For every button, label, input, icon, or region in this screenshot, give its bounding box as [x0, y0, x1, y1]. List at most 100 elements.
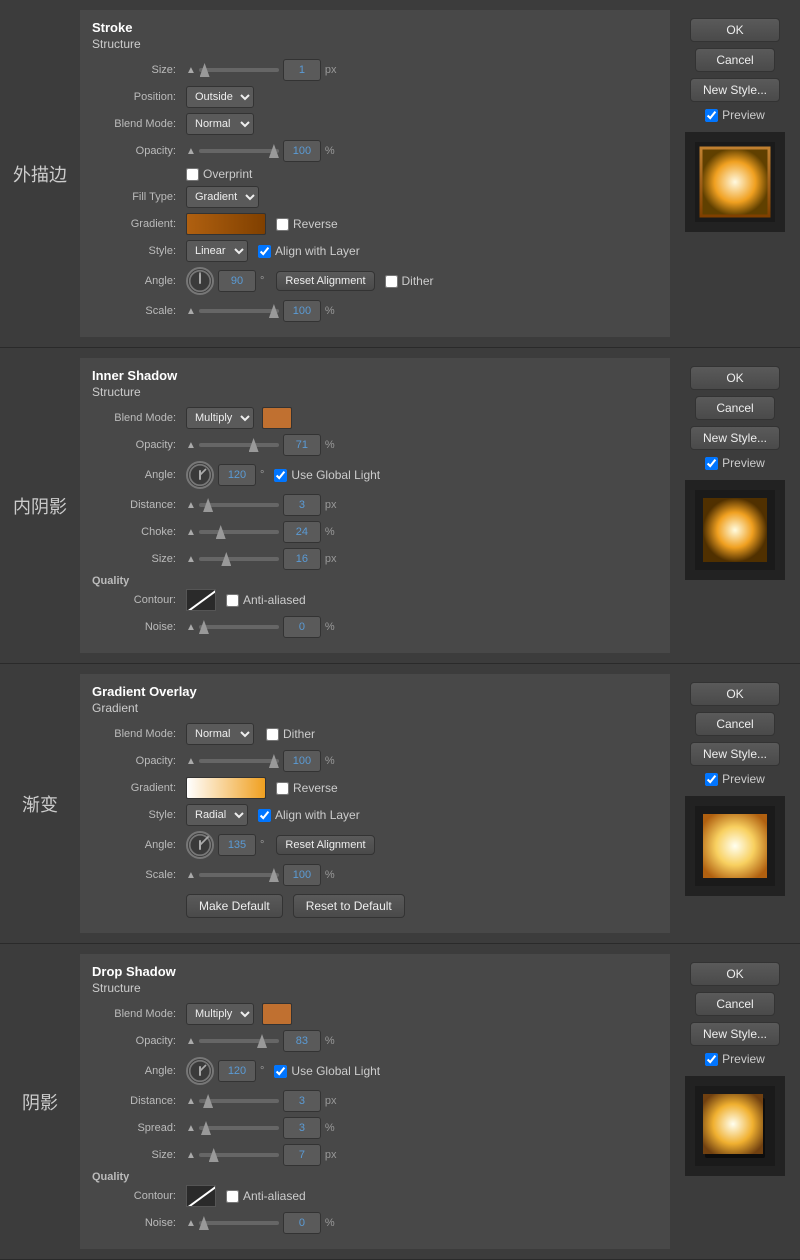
go-angle-input[interactable]	[218, 834, 256, 856]
stroke-style-label: Style:	[92, 245, 182, 257]
stroke-scale-label: Scale:	[92, 305, 182, 317]
ds-angle-dial[interactable]	[186, 1057, 214, 1085]
ds-cancel-btn[interactable]: Cancel	[695, 992, 775, 1016]
ds-angle-input[interactable]	[218, 1060, 256, 1082]
stroke-style-select[interactable]: LinearRadialAngle	[186, 240, 248, 262]
stroke-size-slider[interactable]	[199, 68, 279, 72]
go-blendmode-label: Blend Mode:	[92, 728, 182, 740]
ds-spread-slider[interactable]	[199, 1126, 279, 1130]
ds-blendmode-select[interactable]: MultiplyNormal	[186, 1003, 254, 1025]
is-globallight-checkbox[interactable]	[274, 469, 287, 482]
go-angle-dial[interactable]	[186, 831, 214, 859]
stroke-opacity-input[interactable]	[283, 140, 321, 162]
go-blendmode-select[interactable]: NormalMultiply	[186, 723, 254, 745]
is-choke-input[interactable]	[283, 521, 321, 543]
is-antialiased-label: Anti-aliased	[243, 593, 306, 607]
ds-color-swatch[interactable]	[262, 1003, 292, 1025]
go-opacity-input[interactable]	[283, 750, 321, 772]
is-size-slider[interactable]	[199, 557, 279, 561]
stroke-label: 外描边	[0, 10, 80, 337]
is-angle-dial[interactable]	[186, 461, 214, 489]
is-blendmode-select[interactable]: MultiplyNormalScreen	[186, 407, 254, 429]
stroke-filltype-label: Fill Type:	[92, 191, 182, 203]
is-distance-input[interactable]	[283, 494, 321, 516]
go-preview-checkbox[interactable]	[705, 773, 718, 786]
stroke-ok-btn[interactable]: OK	[690, 18, 780, 42]
ds-antialiased-checkbox[interactable]	[226, 1190, 239, 1203]
is-size-input[interactable]	[283, 548, 321, 570]
stroke-scale-input[interactable]	[283, 300, 321, 322]
is-choke-slider[interactable]	[199, 530, 279, 534]
go-blendmode-row: Blend Mode: NormalMultiply Dither	[92, 723, 658, 745]
is-noise-row: Noise: ▲ %	[92, 616, 658, 638]
ds-newstyle-btn[interactable]: New Style...	[690, 1022, 780, 1046]
ds-ok-btn[interactable]: OK	[690, 962, 780, 986]
stroke-preview-checkbox[interactable]	[705, 109, 718, 122]
go-align-checkbox[interactable]	[258, 809, 271, 822]
dropshadow-label: 阴影	[0, 954, 80, 1249]
ds-spread-input[interactable]	[283, 1117, 321, 1139]
go-scale-input[interactable]	[283, 864, 321, 886]
stroke-reset-alignment-btn[interactable]: Reset Alignment	[276, 271, 374, 291]
go-cancel-btn[interactable]: Cancel	[695, 712, 775, 736]
stroke-dither-checkbox[interactable]	[385, 275, 398, 288]
stroke-scale-slider[interactable]	[199, 309, 279, 313]
ds-distance-slider[interactable]	[199, 1099, 279, 1103]
is-color-swatch[interactable]	[262, 407, 292, 429]
is-antialiased-checkbox[interactable]	[226, 594, 239, 607]
go-reset-alignment-btn[interactable]: Reset Alignment	[276, 835, 374, 855]
go-opacity-slider[interactable]	[199, 759, 279, 763]
ds-distance-input[interactable]	[283, 1090, 321, 1112]
is-contour-swatch[interactable]	[186, 589, 216, 611]
go-style-select[interactable]: RadialLinearAngle	[186, 804, 248, 826]
go-dither-checkbox[interactable]	[266, 728, 279, 741]
is-noise-slider[interactable]	[199, 625, 279, 629]
stroke-size-input[interactable]	[283, 59, 321, 81]
ds-opacity-input[interactable]	[283, 1030, 321, 1052]
is-cancel-btn[interactable]: Cancel	[695, 396, 775, 420]
go-newstyle-btn[interactable]: New Style...	[690, 742, 780, 766]
is-angle-input[interactable]	[218, 464, 256, 486]
is-noise-input[interactable]	[283, 616, 321, 638]
is-preview-box	[685, 480, 785, 580]
stroke-newstyle-btn[interactable]: New Style...	[690, 78, 780, 102]
stroke-angle-dial[interactable]	[186, 267, 214, 295]
stroke-reverse-checkbox[interactable]	[276, 218, 289, 231]
go-reverse-checkbox[interactable]	[276, 782, 289, 795]
stroke-angle-input[interactable]	[218, 270, 256, 292]
stroke-position-row: Position: OutsideInsideCenter	[92, 86, 658, 108]
is-newstyle-btn[interactable]: New Style...	[690, 426, 780, 450]
ds-noise-slider[interactable]	[199, 1221, 279, 1225]
stroke-overprint-checkbox[interactable]	[186, 168, 199, 181]
is-preview-checkbox[interactable]	[705, 457, 718, 470]
go-dither-label: Dither	[283, 727, 315, 741]
gradientoverlay-panel: Gradient Overlay Gradient Blend Mode: No…	[80, 674, 670, 933]
go-makedefault-btn[interactable]: Make Default	[186, 894, 283, 918]
stroke-opacity-slider[interactable]	[199, 149, 279, 153]
ds-size-slider[interactable]	[199, 1153, 279, 1157]
ds-size-input[interactable]	[283, 1144, 321, 1166]
stroke-gradient-swatch[interactable]	[186, 213, 266, 235]
go-scale-slider[interactable]	[199, 873, 279, 877]
stroke-size-unit: px	[325, 64, 337, 76]
stroke-position-label: Position:	[92, 91, 182, 103]
ds-globallight-checkbox[interactable]	[274, 1065, 287, 1078]
stroke-blendmode-select[interactable]: NormalMultiplyScreen	[186, 113, 254, 135]
stroke-align-checkbox[interactable]	[258, 245, 271, 258]
ds-opacity-slider[interactable]	[199, 1039, 279, 1043]
ds-preview-checkbox[interactable]	[705, 1053, 718, 1066]
is-opacity-slider[interactable]	[199, 443, 279, 447]
is-size-row: Size: ▲ px	[92, 548, 658, 570]
go-gradient-swatch[interactable]	[186, 777, 266, 799]
ds-contour-swatch[interactable]	[186, 1185, 216, 1207]
stroke-cancel-btn[interactable]: Cancel	[695, 48, 775, 72]
go-ok-btn[interactable]: OK	[690, 682, 780, 706]
stroke-position-select[interactable]: OutsideInsideCenter	[186, 86, 254, 108]
is-opacity-input[interactable]	[283, 434, 321, 456]
stroke-blendmode-label: Blend Mode:	[92, 118, 182, 130]
is-ok-btn[interactable]: OK	[690, 366, 780, 390]
go-resettodefault-btn[interactable]: Reset to Default	[293, 894, 405, 918]
ds-noise-input[interactable]	[283, 1212, 321, 1234]
stroke-filltype-select[interactable]: GradientColorPattern	[186, 186, 259, 208]
is-distance-slider[interactable]	[199, 503, 279, 507]
